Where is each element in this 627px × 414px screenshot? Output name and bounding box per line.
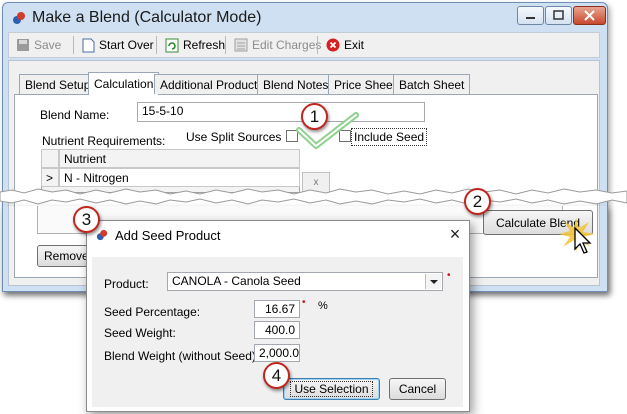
product-dropdown-button[interactable] — [425, 274, 441, 289]
tab-blend-setup[interactable]: Blend Setup — [19, 74, 97, 94]
tab-calculation[interactable]: Calculation — [88, 72, 160, 95]
blend-name-input[interactable]: 15-5-10 — [137, 102, 425, 122]
nutrient-requirements-label: Nutrient Requirements: — [42, 134, 166, 148]
callout-1: 1 — [301, 103, 328, 130]
start-over-label: Start Over — [99, 38, 154, 52]
maximize-icon — [553, 10, 564, 20]
maximize-button[interactable] — [545, 6, 572, 25]
toolbar-divider — [73, 36, 74, 54]
include-seed-label: Include Seed — [351, 128, 428, 146]
blend-weight-label: Blend Weight (without Seed): — [104, 349, 260, 363]
minimize-button[interactable] — [517, 6, 544, 25]
seed-percentage-label: Seed Percentage: — [104, 305, 201, 319]
grid-cell-nutrient[interactable]: N - Nitrogen — [59, 168, 300, 187]
calculator-icon — [234, 38, 248, 52]
grid-header-nutrient: Nutrient — [59, 149, 300, 168]
mouse-cursor-icon — [574, 226, 592, 254]
chevron-down-icon — [430, 280, 438, 284]
dialog-app-icon — [96, 229, 108, 244]
required-marker: • — [302, 297, 306, 308]
edit-charges-button[interactable]: Edit Charges — [230, 34, 325, 56]
save-label: Save — [34, 38, 62, 52]
product-label: Product: — [104, 277, 149, 291]
seed-percentage-input[interactable]: 16.67 — [254, 300, 300, 318]
split-sources-label: Use Split Sources — [186, 130, 282, 144]
seed-weight-label: Seed Weight: — [104, 326, 176, 340]
exit-label: Exit — [344, 38, 365, 52]
refresh-icon — [165, 38, 179, 52]
use-selection-label: Use Selection — [290, 381, 373, 397]
grid-row-marker: > — [41, 168, 59, 187]
save-button[interactable]: Save — [12, 34, 65, 56]
seed-weight-input[interactable]: 400.0 — [254, 321, 300, 339]
dialog-close-button[interactable]: × — [443, 222, 467, 246]
floppy-disk-icon — [17, 39, 29, 51]
use-selection-button[interactable]: Use Selection — [283, 378, 380, 400]
edit-charges-label: Edit Charges — [252, 38, 322, 52]
tab-blend-notes[interactable]: Blend Notes — [257, 74, 335, 94]
required-marker: • — [447, 270, 451, 281]
percent-unit-label: % — [318, 300, 328, 312]
refresh-label: Refresh — [183, 38, 226, 52]
toolbar-divider — [225, 36, 226, 54]
window-title: Make a Blend (Calculator Mode) — [32, 9, 262, 26]
callout-2: 2 — [464, 188, 491, 215]
blend-weight-input[interactable]: 2,000.0 — [254, 344, 300, 362]
product-select[interactable]: CANOLA - Canola Seed — [167, 272, 443, 291]
close-window-button[interactable] — [573, 6, 606, 25]
close-icon — [584, 10, 595, 21]
cancel-button[interactable]: Cancel — [389, 378, 446, 400]
exit-button[interactable]: Exit — [322, 34, 368, 56]
blend-name-label: Blend Name: — [40, 108, 110, 122]
exit-icon — [326, 38, 340, 52]
product-select-value: CANOLA - Canola Seed — [172, 274, 301, 288]
toolbar-divider — [317, 36, 318, 54]
tab-batch-sheet[interactable]: Batch Sheet — [393, 74, 471, 94]
callout-3: 3 — [73, 206, 100, 233]
tab-additional-products[interactable]: Additional Products — [154, 74, 270, 94]
refresh-button[interactable]: Refresh — [161, 34, 229, 56]
toolbar-divider — [156, 36, 157, 54]
app-icon — [12, 11, 26, 28]
torn-edge-divider — [0, 188, 627, 205]
callout-4: 4 — [263, 362, 290, 389]
start-over-button[interactable]: Start Over — [78, 34, 158, 56]
new-page-icon — [82, 38, 95, 52]
grid-corner — [41, 149, 59, 168]
minimize-icon — [526, 17, 535, 19]
dialog-title: Add Seed Product — [115, 228, 221, 243]
tab-price-sheet[interactable]: Price Sheet — [328, 74, 403, 94]
